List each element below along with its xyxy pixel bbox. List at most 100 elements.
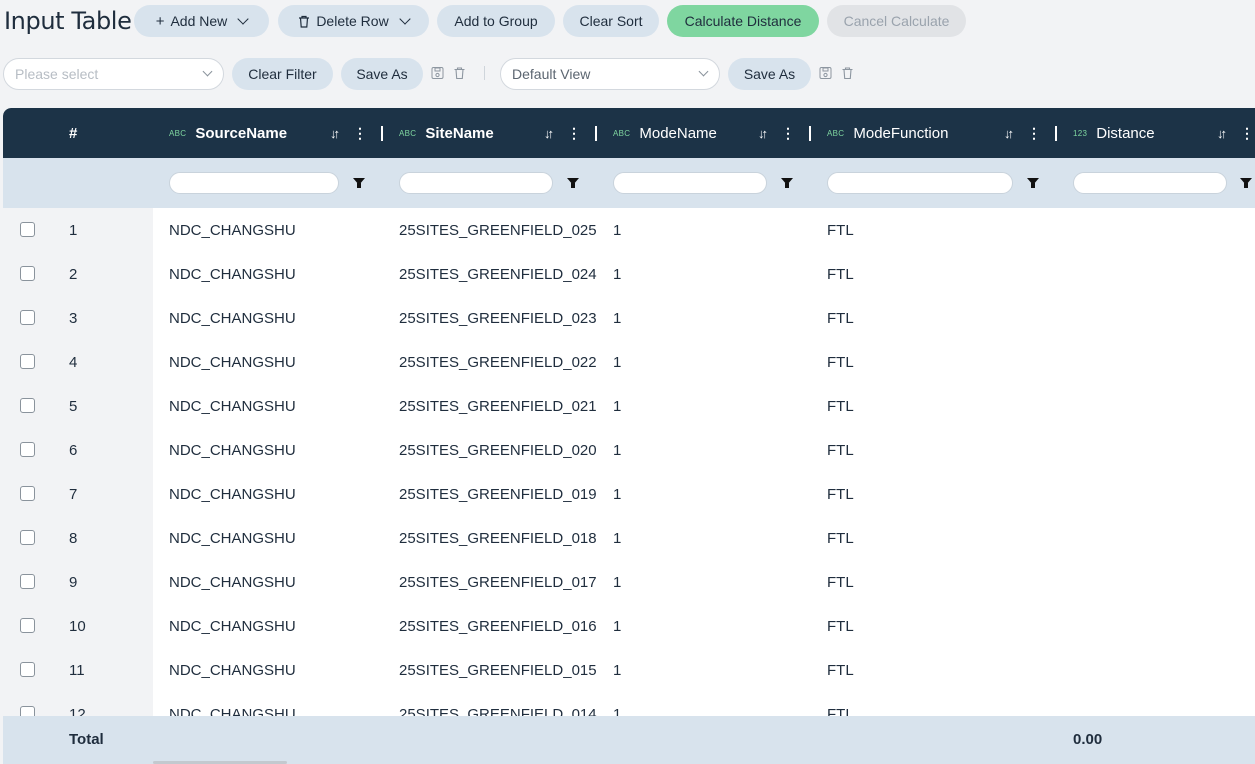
chevron-down-icon [202, 66, 213, 77]
filter-select[interactable]: Please select [3, 58, 224, 90]
table-row[interactable]: 11 NDC_CHANGSHU 25SITES_GREENFIELD_015 1 FTL [3, 648, 1255, 692]
sourcename-cell: NDC_CHANGSHU [169, 442, 296, 459]
table-row[interactable]: 8 NDC_CHANGSHU 25SITES_GREENFIELD_018 1 FTL [3, 516, 1255, 560]
row-checkbox[interactable] [20, 574, 35, 589]
column-resize-handle[interactable] [381, 126, 383, 141]
modename-cell: 1 [613, 266, 622, 283]
add-to-group-label: Add to Group [454, 13, 538, 29]
table-body: 1 NDC_CHANGSHU 25SITES_GREENFIELD_025 1 FTL 2… [3, 208, 1255, 716]
sitename-cell: 25SITES_GREENFIELD_022 [399, 354, 597, 371]
column-header-sourcename[interactable]: ABC SourceName [169, 108, 287, 158]
row-checkbox[interactable] [20, 442, 35, 457]
table-row[interactable]: 2 NDC_CHANGSHU 25SITES_GREENFIELD_024 1 FTL [3, 252, 1255, 296]
row-checkbox[interactable] [20, 662, 35, 677]
sort-icon[interactable]: ↓↑ [330, 126, 340, 141]
add-new-button[interactable]: + Add New [134, 5, 269, 37]
row-checkbox[interactable] [20, 222, 35, 237]
row-checkbox[interactable] [20, 398, 35, 413]
modename-cell: 1 [613, 618, 622, 635]
row-checkbox[interactable] [20, 706, 35, 716]
sort-icon[interactable]: ↓↑ [1217, 126, 1227, 141]
column-resize-handle[interactable] [595, 126, 597, 141]
more-vertical-icon[interactable]: ⋮ [1027, 125, 1041, 142]
row-checkbox[interactable] [20, 618, 35, 633]
view-select[interactable]: Default View [500, 58, 720, 90]
table-row[interactable]: 1 NDC_CHANGSHU 25SITES_GREENFIELD_025 1 FTL [3, 208, 1255, 252]
row-checkbox[interactable] [20, 530, 35, 545]
more-vertical-icon[interactable]: ⋮ [567, 125, 581, 142]
calculate-distance-label: Calculate Distance [684, 13, 802, 29]
modefunction-cell: FTL [827, 530, 854, 547]
modefunction-cell: FTL [827, 354, 854, 371]
add-to-group-button[interactable]: Add to Group [437, 5, 555, 37]
row-index: 3 [69, 310, 78, 327]
column-header-modename[interactable]: ABC ModeName [613, 108, 717, 158]
sitename-filter-input[interactable] [399, 172, 553, 194]
sitename-cell: 25SITES_GREENFIELD_023 [399, 310, 597, 327]
row-checkbox[interactable] [20, 266, 35, 281]
column-resize-handle[interactable] [809, 126, 811, 141]
funnel-icon[interactable] [353, 178, 365, 188]
row-checkbox[interactable] [20, 310, 35, 325]
save-icon[interactable] [819, 66, 832, 80]
sort-icon[interactable]: ↓↑ [1004, 126, 1014, 141]
type-badge: ABC [169, 128, 187, 138]
column-header-modefunction[interactable]: ABC ModeFunction [827, 108, 948, 158]
table-row[interactable]: 3 NDC_CHANGSHU 25SITES_GREENFIELD_023 1 FTL [3, 296, 1255, 340]
clear-sort-button[interactable]: Clear Sort [563, 5, 659, 37]
delete-row-button[interactable]: Delete Row [278, 5, 429, 37]
column-header-sitename[interactable]: ABC SiteName [399, 108, 494, 158]
column-label: Distance [1096, 124, 1155, 142]
more-vertical-icon[interactable]: ⋮ [781, 125, 795, 142]
sourcename-cell: NDC_CHANGSHU [169, 530, 296, 547]
trash-icon[interactable] [841, 66, 854, 80]
total-label: Total [69, 731, 104, 748]
save-icon[interactable] [431, 66, 444, 80]
type-badge: 123 [1073, 128, 1088, 138]
modename-cell: 1 [613, 662, 622, 679]
modefunction-cell: FTL [827, 266, 854, 283]
sitename-cell: 25SITES_GREENFIELD_014 [399, 706, 597, 716]
sourcename-cell: NDC_CHANGSHU [169, 574, 296, 591]
calculate-distance-button[interactable]: Calculate Distance [667, 5, 819, 37]
row-index: 1 [69, 222, 78, 239]
sourcename-cell: NDC_CHANGSHU [169, 618, 296, 635]
table-row[interactable]: 10 NDC_CHANGSHU 25SITES_GREENFIELD_016 1 FTL [3, 604, 1255, 648]
trash-icon[interactable] [453, 66, 466, 80]
sourcename-cell: NDC_CHANGSHU [169, 486, 296, 503]
table-row[interactable]: 5 NDC_CHANGSHU 25SITES_GREENFIELD_021 1 FTL [3, 384, 1255, 428]
row-checkbox[interactable] [20, 486, 35, 501]
funnel-icon[interactable] [567, 178, 579, 188]
column-label: SiteName [425, 124, 494, 142]
table-row[interactable]: 9 NDC_CHANGSHU 25SITES_GREENFIELD_017 1 FTL [3, 560, 1255, 604]
modefunction-cell: FTL [827, 618, 854, 635]
table-row[interactable]: 12 NDC_CHANGSHU 25SITES_GREENFIELD_014 1 FTL [3, 692, 1255, 716]
save-filter-as-button[interactable]: Save As [341, 58, 423, 90]
modefunction-filter-input[interactable] [827, 172, 1013, 194]
more-vertical-icon[interactable]: ⋮ [1240, 125, 1254, 142]
table-row[interactable]: 4 NDC_CHANGSHU 25SITES_GREENFIELD_022 1 FTL [3, 340, 1255, 384]
modename-filter-input[interactable] [613, 172, 767, 194]
column-header-distance[interactable]: 123 Distance [1073, 108, 1155, 158]
table-header: # ABC SourceName ↓↑ ⋮ ABC SiteName ↓↑ ⋮ … [3, 108, 1255, 158]
clear-filter-button[interactable]: Clear Filter [232, 58, 333, 90]
row-checkbox[interactable] [20, 354, 35, 369]
column-resize-handle[interactable] [1055, 126, 1057, 141]
type-badge: ABC [399, 128, 417, 138]
sort-icon[interactable]: ↓↑ [544, 126, 554, 141]
table-row[interactable]: 6 NDC_CHANGSHU 25SITES_GREENFIELD_020 1 FTL [3, 428, 1255, 472]
table-row[interactable]: 7 NDC_CHANGSHU 25SITES_GREENFIELD_019 1 FTL [3, 472, 1255, 516]
funnel-icon[interactable] [781, 178, 793, 188]
sourcename-cell: NDC_CHANGSHU [169, 398, 296, 415]
save-view-as-button[interactable]: Save As [728, 58, 811, 90]
sourcename-filter-input[interactable] [169, 172, 339, 194]
distance-filter-input[interactable] [1073, 172, 1227, 194]
plus-icon: + [155, 12, 165, 30]
sort-icon[interactable]: ↓↑ [758, 126, 768, 141]
funnel-icon[interactable] [1027, 178, 1039, 188]
column-tools: ↓↑ ⋮ [330, 108, 367, 158]
funnel-icon[interactable] [1240, 178, 1252, 188]
modefunction-cell: FTL [827, 486, 854, 503]
more-vertical-icon[interactable]: ⋮ [353, 125, 367, 142]
delete-row-label: Delete Row [316, 13, 389, 29]
